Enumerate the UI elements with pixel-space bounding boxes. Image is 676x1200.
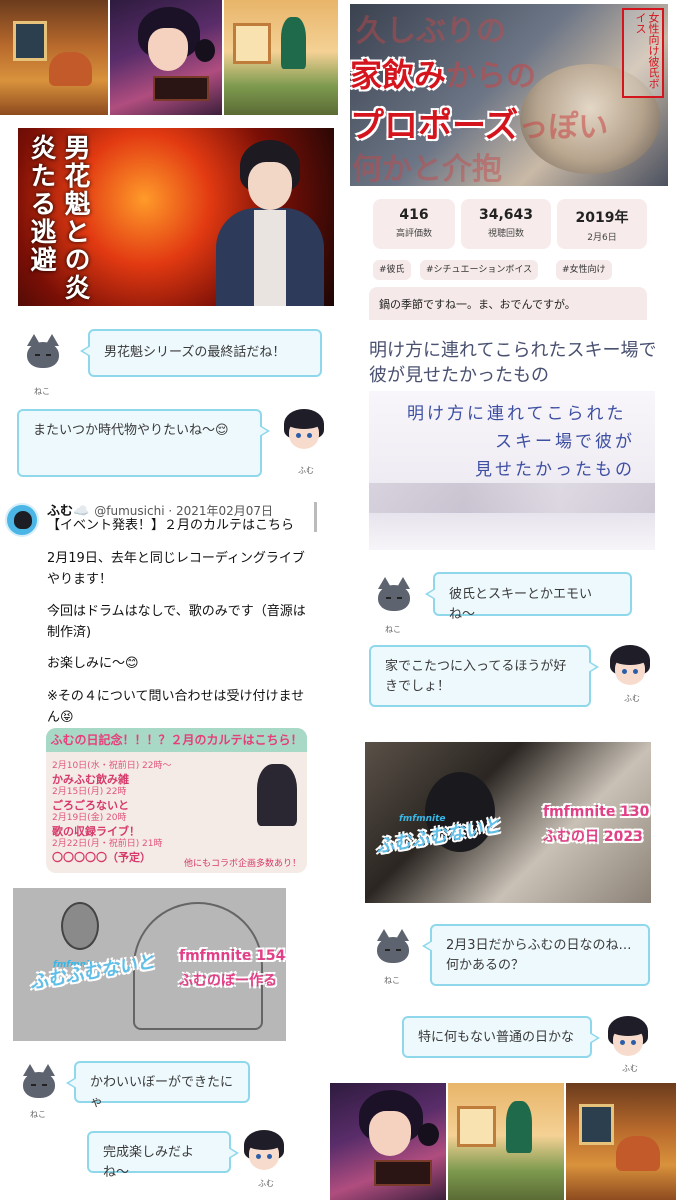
illustration-window-scene bbox=[224, 0, 338, 115]
cat-avatar-icon bbox=[24, 334, 62, 370]
stat-likes: 416 高評価数 bbox=[373, 199, 455, 249]
tweet-scrollbar[interactable] bbox=[314, 502, 317, 532]
speaker-name: ふむ bbox=[624, 694, 640, 703]
stat-date: 2019年 2月6日 bbox=[557, 199, 647, 249]
card-row: 2月19日(金) 20時 歌の収録ライブ！ bbox=[52, 813, 140, 838]
cat-avatar-icon bbox=[20, 1064, 58, 1100]
flame-card-title: 男花魁との炎炎たる逃避 bbox=[26, 134, 90, 302]
boy-avatar-icon bbox=[278, 409, 330, 453]
card-header: ふむの日記念！！！？２月のカルテはこちら！ bbox=[46, 728, 307, 752]
tag-chip[interactable]: #シチュエーションボイス bbox=[420, 260, 539, 280]
cat-avatar-icon bbox=[374, 929, 412, 965]
speaker-name: ねこ bbox=[30, 1110, 46, 1119]
video-thumbnail-oden[interactable]: 久しぶりの 家飲みからの プロポーズっぽい 何かと介抱 女性向け彼氏ボイス bbox=[350, 4, 668, 186]
tag-chip[interactable]: #彼氏 bbox=[373, 260, 411, 280]
video-thumbnail-ski[interactable]: 明け方に連れてこられた スキー場で彼が 見せたかったもの bbox=[369, 391, 655, 550]
chat-bubble: 完成楽しみだよね〜 bbox=[87, 1131, 239, 1180]
tweet-body-1: 2月19日、去年と同じレコーディングライブやります！ bbox=[47, 551, 305, 587]
cat-sketch-icon bbox=[61, 902, 99, 950]
tweet-image-card[interactable]: ふむの日記念！！！？２月のカルテはこちら！ 2月10日(水・祝前日) 22時〜か… bbox=[46, 728, 307, 873]
ski-line-3: 見せたかったもの bbox=[475, 460, 635, 480]
card-row: 2月10日(水・祝前日) 22時〜 かみふむ飲み雑 bbox=[52, 761, 172, 786]
snow-trees bbox=[369, 483, 655, 513]
episode-label: fmfmnite 130 bbox=[543, 804, 650, 820]
tweet-line-1: 【イベント発表！】２月のカルテはこちら bbox=[47, 518, 295, 533]
card-character-icon bbox=[257, 764, 297, 826]
illustration-portrait-chocolate bbox=[330, 1083, 446, 1200]
boy-avatar-icon bbox=[602, 1016, 654, 1060]
chat-bubble: 男花魁シリーズの最終話だね！ bbox=[80, 329, 322, 377]
thumb-line-4: 何かと介抱 bbox=[352, 152, 502, 186]
speaker-name: ねこ bbox=[34, 387, 50, 396]
illustration-living-room bbox=[0, 0, 108, 115]
episode-subtitle: ふむの日 2023 bbox=[543, 829, 643, 845]
ski-line-1: 明け方に連れてこられた bbox=[407, 404, 627, 424]
tweet-body-2: 今回はドラムはなしで、歌のみです（音源は制作済) bbox=[47, 604, 306, 640]
thumb-line-1: 久しぶりの bbox=[356, 14, 506, 49]
video-thumbnail-flame[interactable]: 男花魁との炎炎たる逃避 bbox=[18, 128, 334, 306]
cat-avatar-icon bbox=[375, 577, 413, 613]
illustration-portrait-chocolate bbox=[110, 0, 222, 115]
speaker-name: ふむ bbox=[622, 1064, 638, 1073]
ski-line-2: スキー場で彼が bbox=[495, 432, 635, 452]
speaker-name: ねこ bbox=[384, 976, 400, 985]
chat-bubble: 特に何もない普通の日かな bbox=[402, 1016, 600, 1058]
ski-video-title[interactable]: 明け方に連れてこられたスキー場で彼が見せたかったもの bbox=[369, 338, 657, 388]
episode-label: fmfmnite 154 bbox=[179, 948, 286, 964]
card-footer: 他にもコラボ企画多数あり！ bbox=[183, 859, 301, 869]
card-row: 2月15日(月) 22時 ごろごろないと bbox=[52, 787, 129, 812]
chat-bubble: 2月3日だからふむの日なのね…何かあるの？ bbox=[422, 924, 650, 986]
thumb-badge: 女性向け彼氏ボイス bbox=[622, 8, 664, 98]
boy-avatar-icon bbox=[604, 645, 656, 689]
tag-chip[interactable]: #女性向け bbox=[556, 260, 612, 280]
thumb-line-2: 家飲みからの bbox=[350, 56, 537, 94]
speaker-name: ふむ bbox=[298, 466, 314, 475]
video-thumbnail-drums[interactable]: fmfmnite ふむふむないと fmfmnite 154 ふむのぼー作る bbox=[13, 888, 286, 1041]
episode-subtitle: ふむのぼー作る bbox=[179, 973, 277, 989]
chat-bubble: 彼氏とスキーとかエモいね〜 bbox=[425, 572, 632, 622]
tweet-body-3: お楽しみに〜😊 bbox=[47, 656, 139, 671]
video-thumbnail-fumu-day[interactable]: fmfmnite ふむふむないと fmfmnite 130 ふむの日 2023 bbox=[365, 742, 651, 903]
video-description: 鍋の季節ですね一。ま、おでんですが。 bbox=[369, 287, 647, 320]
tweet-body-4: ※その４について問い合わせは受け付けません😝 bbox=[47, 689, 305, 725]
card-row: 2月22日(月・祝前日) 21時 〇〇〇〇〇（予定） bbox=[52, 839, 163, 864]
speaker-name: ふむ bbox=[258, 1179, 274, 1188]
illustration-living-room bbox=[566, 1083, 676, 1200]
chat-bubble: またいつか時代物やりたいね〜😌 bbox=[17, 409, 270, 477]
chat-bubble: 家でこたつに入ってるほうが好きでしょ！ bbox=[369, 645, 599, 707]
boy-avatar-icon bbox=[238, 1130, 290, 1174]
illustration-window-scene bbox=[448, 1083, 564, 1200]
thumb-line-3: プロポーズっぽい bbox=[350, 106, 609, 146]
stat-views: 34,643 視聴回数 bbox=[461, 199, 551, 249]
chat-bubble: かわいいぼーができたにゃ bbox=[66, 1061, 250, 1110]
speaker-name: ねこ bbox=[385, 625, 401, 634]
illustration-man-kimono bbox=[210, 136, 330, 306]
tweet-avatar[interactable] bbox=[5, 503, 39, 537]
